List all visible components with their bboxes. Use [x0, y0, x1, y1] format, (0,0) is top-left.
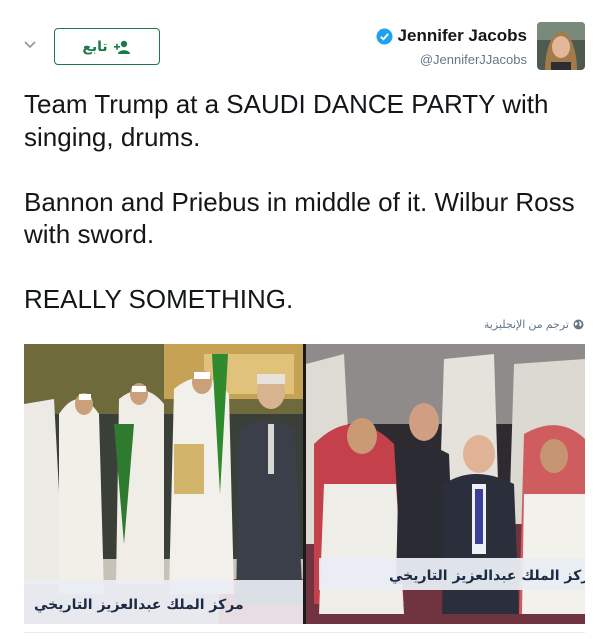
translate-label: ترجم من الإنجليزية	[483, 319, 569, 331]
person-add-icon	[113, 40, 130, 54]
left-photo-caption: مركز الملك عبدالعزيز التاريخي	[34, 597, 244, 613]
divider	[24, 632, 585, 633]
chevron-down-icon[interactable]	[22, 36, 38, 52]
avatar[interactable]	[537, 22, 585, 70]
globe-icon	[573, 319, 584, 330]
left-photo-panel: مركز الملك عبدالعزيز التاريخي	[24, 344, 303, 624]
author-block[interactable]: Jennifer Jacobs @JenniferJJacobs	[376, 26, 527, 67]
right-photo-panel: مركز الملك عبدالعزيز التاريخي	[306, 344, 585, 624]
tweet-text: Team Trump at a SAUDI DANCE PARTY with s…	[24, 89, 575, 314]
author-name[interactable]: Jennifer Jacobs	[398, 26, 527, 46]
translate-link[interactable]: ترجم من الإنجليزية	[484, 318, 584, 331]
follow-label: تابع	[82, 38, 108, 54]
tweet-photo[interactable]: مركز الملك عبدالعزيز التاريخي مركز الملك…	[24, 344, 585, 624]
follow-button[interactable]: تابع	[54, 28, 160, 65]
verified-badge-icon	[376, 28, 393, 44]
right-photo-caption: مركز الملك عبدالعزيز التاريخي	[389, 568, 585, 584]
author-handle[interactable]: @JenniferJJacobs	[376, 52, 527, 67]
